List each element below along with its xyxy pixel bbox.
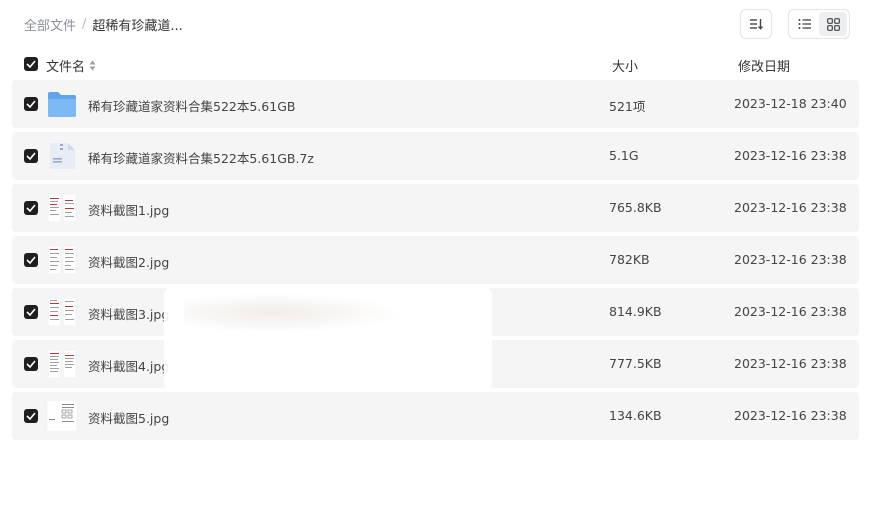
file-name[interactable]: 资料截图1.jpg <box>88 200 169 219</box>
file-size: 777.5KB <box>609 356 662 371</box>
grid-view-button[interactable] <box>819 12 847 36</box>
list-view-icon <box>798 19 811 29</box>
file-name[interactable]: 稀有珍藏道家资料合集522本5.61GB.7z <box>88 148 314 167</box>
breadcrumb-current: 超稀有珍藏道... <box>92 19 183 34</box>
file-date: 2023-12-16 23:38 <box>734 252 847 267</box>
blur-smudge <box>184 293 404 333</box>
checkmark-icon <box>26 152 36 160</box>
row-checkbox[interactable] <box>24 201 38 215</box>
checkmark-icon <box>26 412 36 420</box>
checkmark-icon <box>26 60 36 68</box>
file-date: 2023-12-16 23:38 <box>734 356 847 371</box>
file-row[interactable]: 资料截图2.jpg 782KB 2023-12-16 23:38 <box>12 236 859 284</box>
file-name[interactable]: 资料截图3.jpg <box>88 304 169 323</box>
select-all-checkbox[interactable] <box>24 57 38 71</box>
image-thumbnail <box>46 297 78 327</box>
image-thumbnail <box>46 349 78 379</box>
grid-view-icon <box>826 17 840 31</box>
row-checkbox[interactable] <box>24 97 38 111</box>
checkmark-icon <box>26 204 36 212</box>
row-checkbox[interactable] <box>24 409 38 423</box>
sort-icon <box>750 19 763 30</box>
file-size: 814.9KB <box>609 304 662 319</box>
breadcrumb-separator: / <box>82 17 87 32</box>
file-name[interactable]: 稀有珍藏道家资料合集522本5.61GB <box>88 96 295 115</box>
checkmark-icon <box>26 308 36 316</box>
file-date: 2023-12-16 23:38 <box>734 200 847 215</box>
file-size: 5.1G <box>609 148 639 163</box>
column-header-size[interactable]: 大小 <box>612 56 638 75</box>
row-checkbox[interactable] <box>24 253 38 267</box>
file-size: 521项 <box>609 99 646 114</box>
column-header-date[interactable]: 修改日期 <box>738 56 790 75</box>
list-view-button[interactable] <box>791 12 819 36</box>
breadcrumb-root-link[interactable]: 全部文件 <box>24 15 76 34</box>
file-row[interactable]: 稀有珍藏道家资料合集522本5.61GB.7z 5.1G 2023-12-16 … <box>12 132 859 180</box>
row-checkbox[interactable] <box>24 305 38 319</box>
breadcrumb: 全部文件 / 超稀有珍藏道... <box>24 15 183 34</box>
top-bar: 全部文件 / 超稀有珍藏道... <box>0 0 874 48</box>
file-size: 134.6KB <box>609 408 662 423</box>
column-header-name-label: 文件名 <box>46 60 86 75</box>
file-row[interactable]: 资料截图1.jpg 765.8KB 2023-12-16 23:38 <box>12 184 859 232</box>
sort-button[interactable] <box>740 9 772 39</box>
file-name[interactable]: 资料截图4.jpg <box>88 356 169 375</box>
file-date: 2023-12-16 23:38 <box>734 304 847 319</box>
folder-icon <box>46 89 78 119</box>
file-list-header: 文件名 大小 修改日期 <box>12 48 859 80</box>
file-name[interactable]: 资料截图2.jpg <box>88 252 169 271</box>
checkmark-icon <box>26 256 36 264</box>
file-date: 2023-12-16 23:38 <box>734 408 847 423</box>
image-thumbnail <box>46 400 78 432</box>
file-row[interactable]: 资料截图5.jpg 134.6KB 2023-12-16 23:38 <box>12 392 859 440</box>
view-toggle <box>788 9 850 39</box>
file-row[interactable]: 稀有珍藏道家资料合集522本5.61GB 521项 2023-12-18 23:… <box>12 80 859 128</box>
checkmark-icon <box>26 360 36 368</box>
row-checkbox[interactable] <box>24 357 38 371</box>
column-header-name[interactable]: 文件名 <box>46 56 96 75</box>
file-size: 765.8KB <box>609 200 662 215</box>
file-size: 782KB <box>609 252 650 267</box>
checkmark-icon <box>26 100 36 108</box>
file-date: 2023-12-16 23:38 <box>734 148 847 163</box>
blurred-overlay <box>164 287 492 391</box>
row-checkbox[interactable] <box>24 149 38 163</box>
image-thumbnail <box>46 245 78 275</box>
file-date: 2023-12-18 23:40 <box>734 96 847 111</box>
file-name[interactable]: 资料截图5.jpg <box>88 408 169 427</box>
archive-file-icon <box>46 141 78 171</box>
image-thumbnail <box>46 193 78 223</box>
sort-arrows-icon <box>89 60 96 71</box>
